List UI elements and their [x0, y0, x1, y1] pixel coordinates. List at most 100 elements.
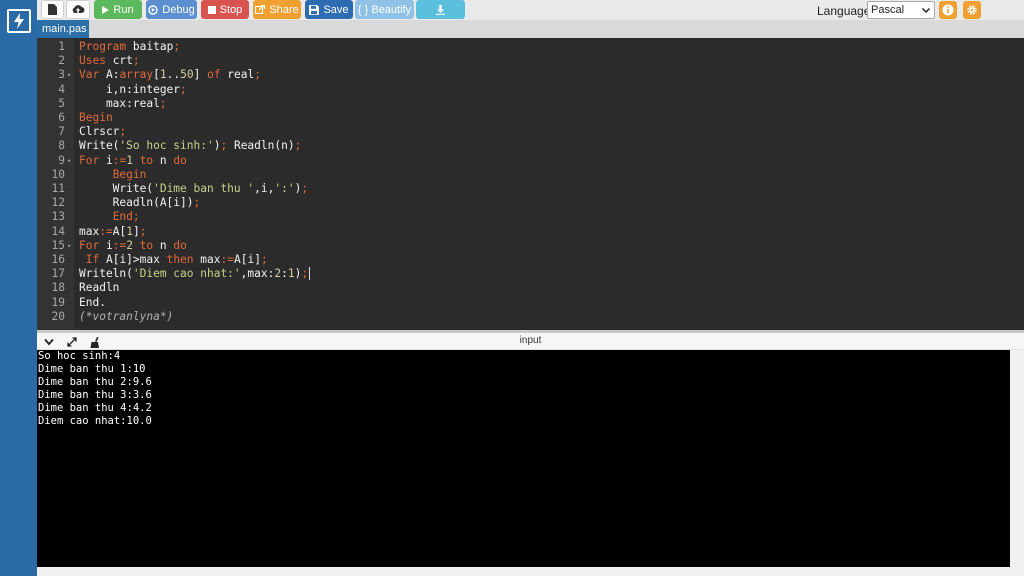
file-icon — [48, 4, 57, 15]
code-text: max:=A[1]; — [79, 224, 147, 238]
code-text: Readln — [79, 281, 120, 295]
line-number: 3 — [58, 68, 65, 82]
fold-toggle-icon[interactable]: ▾ — [67, 239, 71, 253]
code-text: i,n:integer; — [79, 82, 187, 96]
code-text: Write('So hoc sinh:'); Readln(n); — [79, 139, 302, 153]
line-number: 7 — [58, 125, 65, 139]
code-text: Var A:array[1..50] of real; — [79, 68, 261, 82]
code-line[interactable]: 17 Writeln('Diem cao nhat:',max:2:1); — [37, 267, 1024, 281]
line-number: 13 — [51, 210, 65, 224]
code-text: End. — [79, 295, 106, 309]
online-pascal-ide: Run Debug Stop Share Save { } Beautify L… — [0, 0, 1024, 576]
console-line: Dime ban thu 4:4.2 — [38, 402, 152, 414]
share-icon — [255, 5, 266, 14]
language-value: Pascal — [871, 4, 905, 16]
beautify-button[interactable]: { } Beautify — [355, 0, 414, 19]
line-number: 15 — [51, 238, 65, 252]
run-button[interactable]: Run — [94, 0, 142, 19]
code-text: End; — [112, 210, 140, 224]
code-text: Program baitap; — [79, 40, 181, 53]
debug-button[interactable]: Debug — [146, 0, 197, 19]
play-icon — [102, 5, 110, 14]
code-line[interactable]: 12 Readln(A[i]); — [37, 196, 1024, 210]
beautify-label: { } Beautify — [357, 3, 412, 16]
code-line[interactable]: 4 i,n:integer; — [37, 83, 1024, 97]
code-line[interactable]: 6 Begin — [37, 111, 1024, 125]
fold-toggle-icon[interactable]: ▾ — [67, 68, 71, 82]
line-number: 14 — [51, 224, 65, 238]
code-text: Readln(A[i]); — [79, 196, 201, 210]
code-line[interactable]: 19 End. — [37, 296, 1024, 310]
code-line[interactable]: 13 End; — [37, 210, 1024, 224]
output-panel-header: input — [37, 333, 1024, 350]
console-output[interactable]: So hoc sinh:4 Dime ban thu 1:10 Dime ban t… — [37, 350, 1010, 567]
code-line[interactable]: 10 Begin — [37, 168, 1024, 182]
code-line[interactable]: 7 Clrscr; — [37, 125, 1024, 139]
lightning-logo-icon[interactable] — [7, 9, 31, 33]
language-select[interactable]: Pascal — [867, 1, 935, 19]
share-button[interactable]: Share — [253, 0, 301, 19]
line-number: 19 — [51, 295, 65, 309]
debug-label: Debug — [162, 3, 195, 16]
fold-toggle-icon[interactable]: ▾ — [67, 154, 71, 168]
new-file-button[interactable] — [41, 0, 64, 19]
save-button[interactable]: Save — [305, 0, 353, 19]
floppy-save-icon — [309, 4, 320, 15]
console-line: Dime ban thu 2:9.6 — [38, 376, 152, 388]
line-number: 1 — [58, 40, 65, 53]
line-number: 11 — [51, 182, 65, 195]
code-line[interactable]: 14 max:=A[1]; — [37, 225, 1024, 239]
file-tab-bar: main.pas — [37, 20, 1024, 38]
line-number: 8 — [58, 139, 65, 153]
output-panel-title: input — [519, 335, 542, 346]
download-icon — [436, 4, 445, 15]
code-line[interactable]: 8 Write('So hoc sinh:'); Readln(n); — [37, 139, 1024, 153]
gear-icon — [967, 5, 977, 15]
code-text: max:real; — [79, 96, 167, 110]
code-line[interactable]: 15 ▾ For i:=2 to n do — [37, 239, 1024, 253]
code-line[interactable]: 9 ▾ For i:=1 to n do — [37, 154, 1024, 168]
upload-button[interactable] — [66, 0, 90, 19]
line-number: 2 — [58, 54, 65, 68]
cloud-upload-icon — [72, 5, 85, 14]
code-text: If A[i]>max then max:=A[i]; — [85, 253, 268, 266]
code-line[interactable]: 16 If A[i]>max then max:=A[i]; — [37, 253, 1024, 267]
code-text: For i:=2 to n do — [79, 238, 187, 252]
line-number: 12 — [51, 196, 65, 210]
info-icon — [942, 4, 954, 16]
code-line[interactable]: 3 ▾ Var A:array[1..50] of real; — [37, 68, 1024, 82]
stop-label: Stop — [219, 3, 243, 16]
debug-icon — [148, 4, 158, 15]
code-line[interactable]: 5 max:real; — [37, 97, 1024, 111]
language-label: Language — [817, 4, 871, 18]
toolbar: Run Debug Stop Share Save { } Beautify L… — [37, 0, 1024, 20]
settings-button[interactable] — [963, 1, 981, 19]
line-number: 4 — [58, 82, 65, 96]
console-line: So hoc sinh:4 — [38, 350, 121, 362]
line-number: 16 — [51, 253, 65, 266]
line-number: 18 — [51, 281, 65, 295]
stop-icon — [207, 5, 216, 14]
download-button[interactable] — [416, 0, 465, 19]
code-line[interactable]: 2 Uses crt; — [37, 54, 1024, 68]
stop-button[interactable]: Stop — [201, 0, 249, 19]
code-line[interactable]: 20 (*votranlyna*) — [37, 310, 1024, 324]
chevron-down-icon — [921, 7, 931, 14]
code-line[interactable]: 18 Readln — [37, 281, 1024, 295]
left-sidebar — [0, 0, 37, 576]
code-text: Begin — [112, 167, 147, 181]
code-line[interactable]: 1 Program baitap; — [37, 40, 1024, 54]
code-text: For i:=1 to n do — [79, 153, 187, 167]
info-button[interactable] — [939, 1, 957, 19]
line-number: 6 — [58, 111, 65, 124]
horizontal-scrollbar[interactable] — [37, 567, 1024, 576]
code-line[interactable]: 11 Write('Dime ban thu ',i,':'); — [37, 182, 1024, 196]
line-number: 20 — [51, 309, 65, 323]
save-label: Save — [323, 3, 349, 16]
code-text: Uses crt; — [79, 54, 140, 68]
run-label: Run — [113, 3, 134, 16]
tab-main-pas[interactable]: main.pas — [37, 20, 89, 38]
console-vertical-scrollbar[interactable] — [1010, 350, 1024, 567]
code-text: Clrscr; — [79, 125, 127, 139]
code-editor[interactable]: 1 Program baitap; 2 Uses crt; 3 ▾ Var A:array[… — [37, 38, 1024, 330]
